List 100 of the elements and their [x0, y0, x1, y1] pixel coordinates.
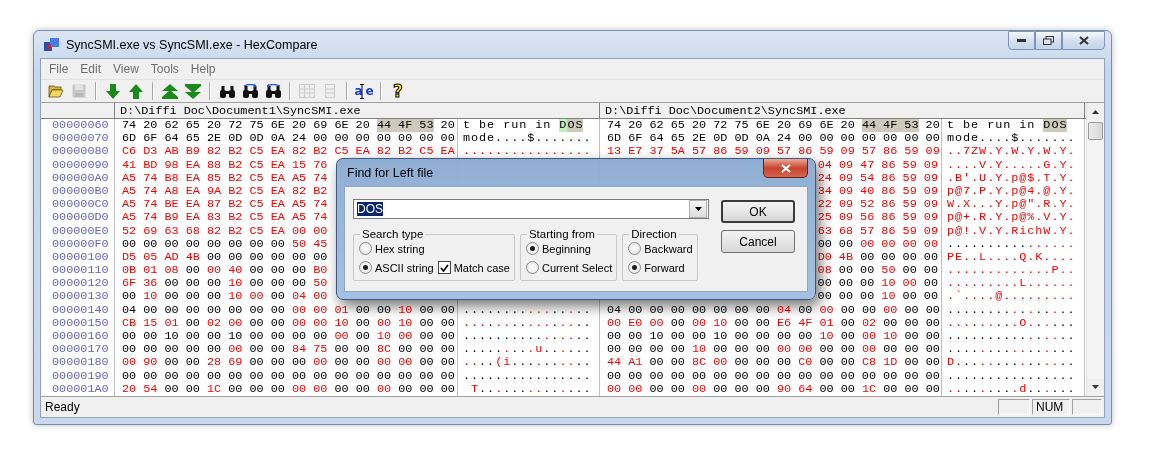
radio-button[interactable] — [628, 242, 642, 255]
ascii-text: .. — [575, 316, 592, 330]
hex-bytes: 00 — [313, 356, 328, 370]
binoculars-icon — [218, 83, 236, 99]
offset-label: 00000130 — [51, 290, 109, 304]
hex-bytes: 00 00 00 — [398, 343, 455, 357]
hex-bytes: 00 — [840, 316, 855, 330]
radio-button[interactable] — [525, 261, 539, 274]
ascii-text: ...... — [1027, 237, 1076, 251]
folder-icon — [48, 84, 64, 98]
ascii-text: ........ — [947, 303, 1012, 317]
hex-bytes: 6D 6F 64 65 2E 0D 0D 0A 24 00 00 00 00 00 00 00 — [607, 132, 940, 146]
search-field[interactable]: DOS — [353, 199, 709, 219]
option-label[interactable]: Hex string — [375, 242, 425, 255]
ascii-text: . — [1027, 330, 1036, 343]
hex-bytes: 00 00 00 00 — [860, 237, 938, 251]
ascii-text: DOS — [1043, 119, 1068, 132]
hex-bytes: 04 00 00 00 00 00 00 00 — [122, 303, 285, 317]
hex-bytes: 25 09 56 86 59 09 — [817, 211, 938, 225]
hex-bytes: 00 — [883, 303, 898, 317]
hex-bytes: 00 00 00 — [883, 343, 940, 357]
vertical-scrollbar[interactable] — [1086, 103, 1104, 396]
menu-item[interactable]: Tools — [144, 62, 185, 76]
ascii-text: . — [559, 382, 568, 396]
close-button[interactable] — [1062, 31, 1105, 50]
hex-bytes: 00 00 — [355, 303, 392, 317]
option-label[interactable]: Backward — [644, 242, 693, 255]
ascii-text: t be run in — [463, 119, 553, 132]
ascii-text: ... — [987, 382, 1012, 396]
ascii-text: .. — [463, 356, 480, 370]
option-label[interactable]: ASCII string — [375, 261, 434, 274]
ascii-text: ................ — [947, 369, 1076, 383]
hex-bytes: 50 — [313, 277, 328, 291]
hex-bytes: 00 00 00 — [398, 382, 455, 396]
minimize-button[interactable] — [1008, 31, 1035, 50]
offset-label: 000000A0 — [51, 171, 109, 185]
option-label[interactable]: Beginning — [541, 242, 591, 255]
ascii-text: . — [1019, 303, 1028, 317]
offset-label: 000000C0 — [51, 198, 109, 212]
ascii-text: .. — [479, 382, 496, 396]
hex-bytes: 8C — [377, 343, 392, 357]
ascii-text: . — [1011, 303, 1020, 317]
hex-bytes: A5 74 B8 EA 85 B2 C5 EA A5 74 — [122, 171, 328, 185]
hex-bytes: 00 00 00 — [734, 356, 792, 370]
ascii-text: . — [551, 316, 560, 330]
offset-label: 00000140 — [51, 303, 109, 317]
ascii-text: . — [543, 330, 552, 343]
ascii-text: .. — [1059, 330, 1076, 343]
ascii-text: .. — [995, 316, 1012, 330]
hex-bytes: 63 68 57 86 59 09 — [817, 224, 938, 238]
ascii-text: ... — [463, 316, 488, 330]
ascii-text: . — [971, 316, 980, 330]
ascii-text: ... — [1051, 316, 1076, 330]
hex-bytes: 00 — [840, 330, 855, 343]
ascii-text: p@7.P.Y.p@4.@.Y. — [947, 184, 1076, 198]
hex-bytes: 90 64 — [777, 382, 813, 396]
hex-bytes: 02 00 — [207, 316, 243, 330]
ascii-text: .......... — [463, 330, 544, 343]
app-icon — [44, 37, 60, 52]
menu-item[interactable]: File — [43, 62, 75, 76]
option-label[interactable]: Current Select — [541, 261, 613, 274]
hex-bytes: 34 09 40 86 59 09 — [817, 184, 938, 198]
maximize-button[interactable] — [1035, 31, 1062, 50]
hex-bytes: 02 — [862, 316, 877, 330]
scroll-down-icon — [1092, 385, 1099, 390]
option-label[interactable]: Match case — [453, 261, 510, 274]
hex-bytes: 00 — [270, 290, 285, 304]
menu-item[interactable]: View — [107, 62, 145, 76]
offset-label: 00000120 — [51, 277, 109, 291]
hex-bytes: 00 00 — [419, 356, 455, 370]
checkbox[interactable] — [437, 261, 451, 274]
radio-button[interactable] — [359, 261, 372, 274]
menu-item[interactable]: Help — [184, 62, 222, 76]
menu-item[interactable]: Edit — [74, 62, 108, 76]
ascii-text: .. — [1027, 382, 1044, 396]
hex-bytes: 6F 36 — [122, 277, 158, 291]
hex-bytes: 00 00 10 00 00 10 00 00 00 00 — [122, 330, 328, 343]
scrollbar-thumb[interactable] — [1088, 122, 1103, 140]
hex-bytes: 00 00 00 — [817, 290, 875, 304]
ascii-text: .. — [947, 382, 964, 396]
hex-bytes: 0B 01 08 — [122, 264, 179, 278]
dialog-button[interactable]: OK — [721, 200, 795, 223]
offset-label: 000000B0 — [51, 184, 109, 198]
option-label[interactable]: Forward — [644, 261, 685, 274]
hex-bytes: 00 90 — [122, 356, 158, 370]
ascii-text: . — [1043, 316, 1052, 330]
dropdown-button[interactable] — [689, 200, 707, 218]
hex-bytes: 44 4F 53 — [861, 119, 919, 132]
hex-bytes: 00 00 00 — [249, 277, 307, 291]
radio-button[interactable] — [359, 242, 372, 255]
radio-button[interactable] — [628, 261, 642, 274]
hex-bytes: 00 00 — [776, 343, 813, 357]
binoculars-arrow-icon — [264, 83, 282, 99]
ascii-text: p@+.R.Y.p@%.V.Y. — [947, 211, 1076, 225]
offset-label: 000000E0 — [51, 224, 109, 238]
dialog-button[interactable]: Cancel — [721, 230, 795, 253]
ascii-text: .B'.U.Y.p@$.T.Y. — [947, 171, 1076, 185]
dialog-close-button[interactable] — [763, 159, 808, 178]
ascii-text: . — [503, 343, 512, 357]
radio-button[interactable] — [525, 242, 539, 255]
